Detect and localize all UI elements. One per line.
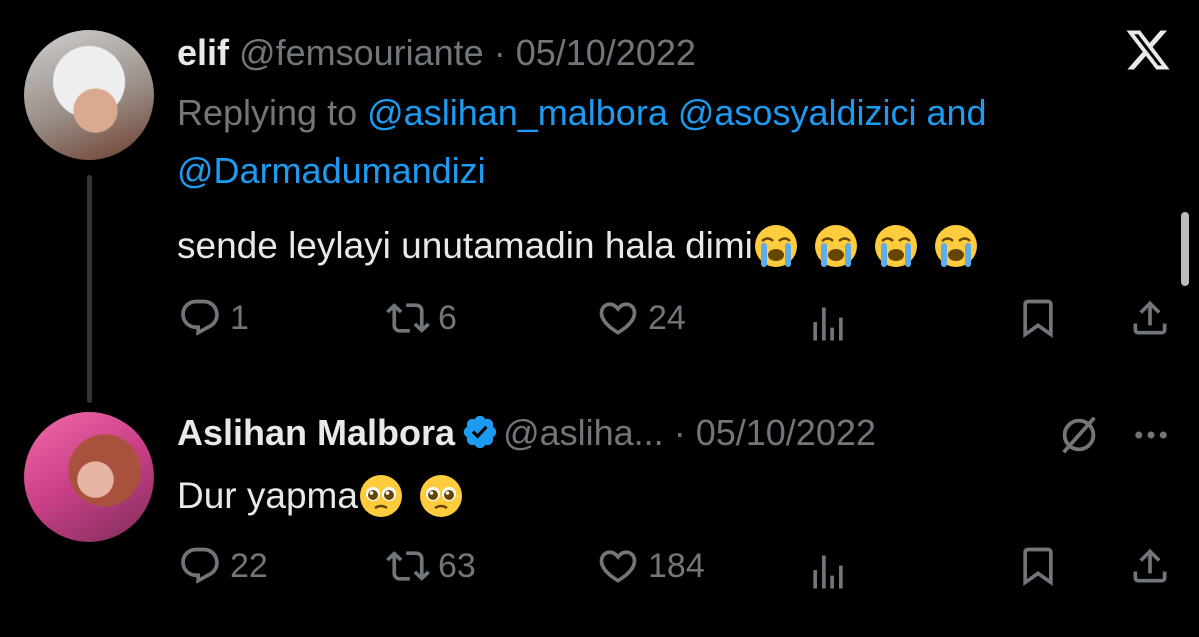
loudly-crying-face-icon	[873, 223, 919, 269]
tweet2-like-count: 184	[648, 546, 705, 585]
tweet2-share-button[interactable]	[1128, 544, 1172, 588]
avatar-aslihan-malbora[interactable]	[24, 412, 154, 542]
tweet1-text-body: sende leylayi unutamadin hala dimi	[177, 225, 753, 266]
avatar-elif[interactable]	[24, 30, 154, 160]
tweet2-retweet-button[interactable]: 63	[386, 544, 476, 588]
reply-icon	[181, 299, 219, 336]
views-icon	[813, 555, 843, 589]
loudly-crying-face-icon	[753, 223, 799, 269]
tweet2-like-button[interactable]: 184	[596, 544, 705, 588]
tweet1-bookmark-button[interactable]	[1016, 296, 1060, 340]
tweet1-retweet-button[interactable]: 6	[386, 296, 457, 340]
retweet-icon	[386, 303, 430, 333]
mention-and-others[interactable]: and	[927, 92, 987, 133]
tweet2-date[interactable]: 05/10/2022	[696, 412, 876, 453]
x-logo-icon[interactable]	[1123, 26, 1173, 74]
loudly-crying-face-icon	[933, 223, 979, 269]
scrollbar[interactable]	[1181, 212, 1189, 286]
share-icon	[1133, 548, 1167, 583]
tweet1-like-count: 24	[648, 298, 686, 337]
tweet1-header: elif @femsouriante · 05/10/2022	[177, 32, 696, 74]
like-icon	[599, 550, 637, 583]
tweet1-date[interactable]: 05/10/2022	[516, 32, 696, 73]
reply-icon	[181, 547, 219, 584]
tweet1-separator: ·	[493, 32, 506, 73]
tweet2-reply-button[interactable]: 22	[178, 544, 268, 588]
tweet1-share-button[interactable]	[1128, 296, 1172, 340]
tweet2-handle[interactable]: @asliha...	[503, 412, 664, 453]
retweet-icon	[386, 551, 430, 581]
tweet2-separator: ·	[673, 412, 686, 453]
tweet2-text: Dur yapma	[177, 467, 464, 525]
tweet2-retweet-count: 63	[438, 546, 476, 585]
bookmark-icon	[1023, 299, 1053, 339]
views-icon	[813, 307, 843, 341]
more-icon[interactable]	[1130, 414, 1172, 456]
bookmark-icon	[1023, 547, 1053, 587]
tweet1-views-button[interactable]	[806, 302, 850, 346]
grok-icon[interactable]	[1056, 412, 1102, 458]
tweet2-header: Aslihan Malbora @asliha... · 05/10/2022	[177, 412, 876, 454]
verified-badge-icon	[463, 415, 497, 449]
tweet2-reply-count: 22	[230, 546, 268, 585]
pleading-face-icon	[358, 473, 404, 519]
replying-to: Replying to @aslihan_malbora @asosyaldiz…	[177, 84, 1167, 200]
tweet1-retweet-count: 6	[438, 298, 457, 337]
tweet1-reply-count: 1	[230, 298, 249, 337]
pleading-face-icon	[418, 473, 464, 519]
loudly-crying-face-icon	[813, 223, 859, 269]
tweet1-author-name[interactable]: elif	[177, 32, 229, 73]
share-icon	[1133, 300, 1167, 335]
tweet2-views-button[interactable]	[806, 550, 850, 594]
thread-line	[87, 175, 92, 403]
tweet1-like-button[interactable]: 24	[596, 296, 686, 340]
mention-darmadumandizi[interactable]: @Darmadumandizi	[177, 150, 486, 191]
tweet2-author-name[interactable]: Aslihan Malbora	[177, 412, 455, 453]
tweet2-bookmark-button[interactable]	[1016, 544, 1060, 588]
replying-to-label: Replying to	[177, 92, 358, 133]
tweet1-handle[interactable]: @femsouriante	[239, 32, 484, 73]
mention-asosyaldizici[interactable]: @asosyaldizici	[678, 92, 917, 133]
tweet1-text: sende leylayi unutamadin hala dimi	[177, 217, 979, 275]
tweet2-text-body: Dur yapma	[177, 475, 358, 516]
tweet1-reply-button[interactable]: 1	[178, 296, 249, 340]
like-icon	[599, 302, 637, 335]
mention-aslihan-malbora[interactable]: @aslihan_malbora	[367, 92, 668, 133]
